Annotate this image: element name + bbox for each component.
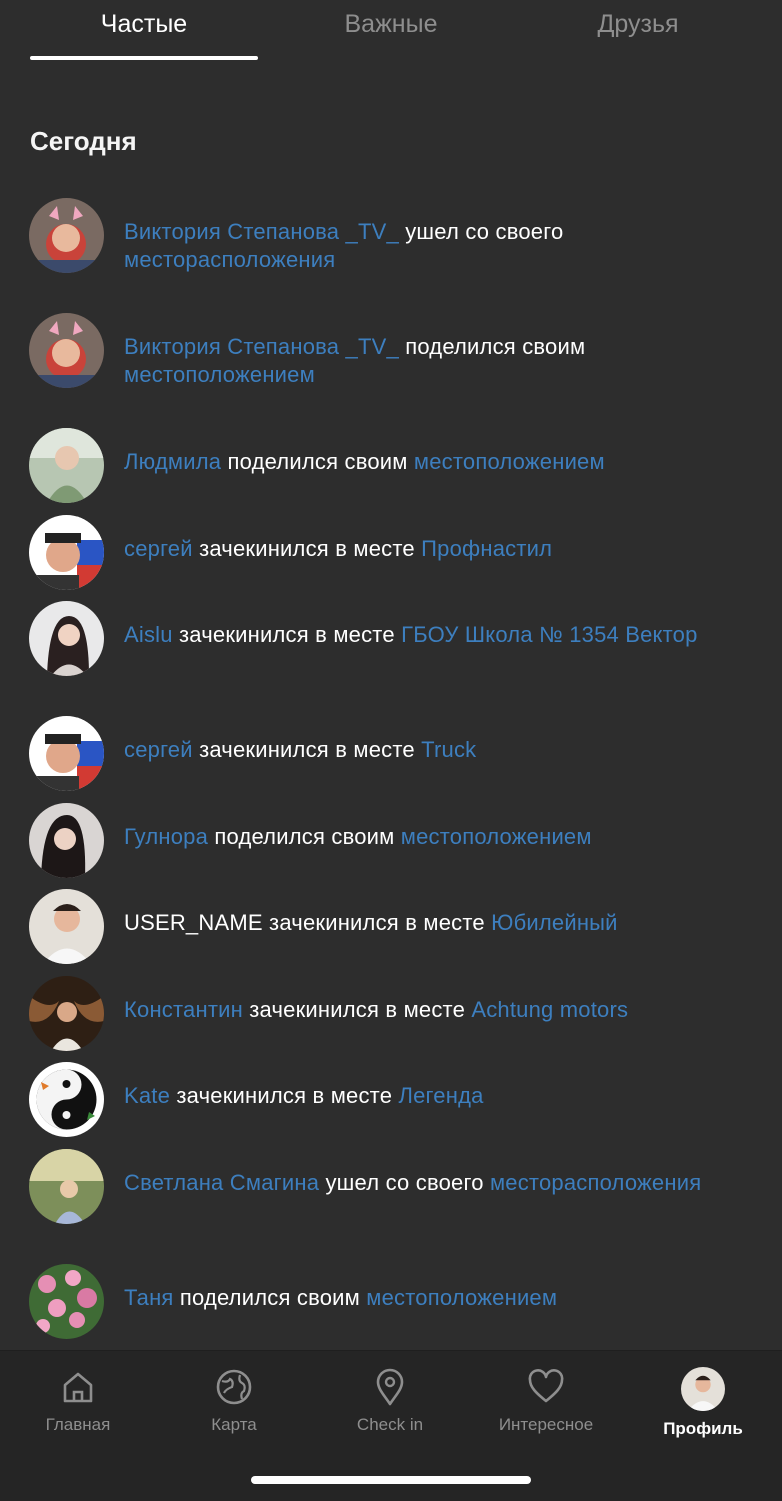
action-text: поделился своим xyxy=(214,824,395,849)
user-name-link[interactable]: сергей xyxy=(124,536,193,561)
nav-home-label: Главная xyxy=(45,1415,111,1434)
user-name-link[interactable]: Kate xyxy=(124,1083,170,1108)
feed-item-text: Таня поделился своим местоположением xyxy=(124,1284,754,1312)
target-link[interactable]: ГБОУ Школа № 1354 Вектор xyxy=(401,622,697,647)
target-link[interactable]: местоположением xyxy=(414,449,605,474)
user-name-link[interactable]: Гулнора xyxy=(124,824,208,849)
heart-icon xyxy=(528,1369,564,1403)
feed-item-text: USER_NAME зачекинился в месте Юбилейный xyxy=(124,909,754,937)
target-link[interactable]: Achtung motors xyxy=(471,997,628,1022)
action-text: поделился своим xyxy=(405,334,586,359)
globe-icon xyxy=(216,1369,252,1405)
target-link[interactable]: Легенда xyxy=(398,1083,483,1108)
action-text: поделился своим xyxy=(179,1285,360,1310)
action-text: зачекинился в месте xyxy=(199,737,415,762)
feed-item-text: сергей зачекинился в месте Профнастил xyxy=(124,535,754,563)
feed-item-text: Людмила поделился своим местоположением xyxy=(124,448,754,476)
tab-friends[interactable]: Друзья xyxy=(518,10,758,39)
user-avatar[interactable] xyxy=(29,198,104,273)
target-link[interactable]: местоположением xyxy=(401,824,592,849)
feed-item-text: Константин зачекинился в месте Achtung m… xyxy=(124,996,754,1024)
home-icon xyxy=(63,1372,93,1403)
target-link[interactable]: Юбилейный xyxy=(491,910,618,935)
nav-interesting[interactable]: Интересное xyxy=(468,1367,624,1435)
action-text: зачекинился в месте xyxy=(199,536,415,561)
profile-avatar-icon xyxy=(681,1367,725,1411)
action-text: ушел со своего xyxy=(405,219,564,244)
user-name-link[interactable]: Виктория Степанова _TV_ xyxy=(124,219,399,244)
user-avatar[interactable] xyxy=(29,976,104,1051)
action-text: зачекинился в месте xyxy=(176,1083,393,1108)
user-name-text: USER_NAME xyxy=(124,910,263,935)
feed-item-text: Виктория Степанова _TV_ поделился своим … xyxy=(124,333,754,389)
user-avatar[interactable] xyxy=(29,1264,104,1339)
action-text: ушел со своего xyxy=(325,1170,484,1195)
feed-item-text: Гулнора поделился своим местоположением xyxy=(124,823,754,851)
user-name-link[interactable]: Таня xyxy=(124,1285,174,1310)
nav-checkin-label: Check in xyxy=(356,1415,424,1434)
nav-map[interactable]: Карта xyxy=(156,1367,312,1435)
target-link[interactable]: местоположением xyxy=(366,1285,557,1310)
user-avatar[interactable] xyxy=(29,313,104,388)
user-name-link[interactable]: Виктория Степанова _TV_ xyxy=(124,334,399,359)
user-avatar[interactable] xyxy=(29,803,104,878)
action-text: зачекинился в месте xyxy=(179,622,395,647)
nav-profile-label: Профиль xyxy=(663,1419,743,1438)
target-link[interactable]: месторасположения xyxy=(490,1170,701,1195)
active-tab-indicator xyxy=(30,56,258,60)
target-link[interactable]: Truck xyxy=(421,737,476,762)
user-avatar[interactable] xyxy=(29,716,104,791)
user-name-link[interactable]: Aislu xyxy=(124,622,173,647)
nav-profile[interactable]: Профиль xyxy=(625,1367,781,1439)
map-pin-icon xyxy=(376,1368,404,1406)
feed-item-text: сергей зачекинился в месте Truck xyxy=(124,736,754,764)
user-name-link[interactable]: сергей xyxy=(124,737,193,762)
top-tab-bar: Частые Важные Друзья xyxy=(0,0,782,62)
feed-item-text: Kate зачекинился в месте Легенда xyxy=(124,1082,754,1110)
user-avatar[interactable] xyxy=(29,428,104,503)
feed-item-text: Светлана Смагина ушел со своего месторас… xyxy=(124,1169,754,1197)
action-text: зачекинился в месте xyxy=(249,997,466,1022)
action-text: зачекинился в месте xyxy=(269,910,485,935)
home-indicator[interactable] xyxy=(251,1476,531,1484)
section-title-today: Сегодня xyxy=(30,126,137,156)
nav-checkin[interactable]: Check in xyxy=(312,1367,468,1435)
feed-item-text: Aislu зачекинился в месте ГБОУ Школа № 1… xyxy=(124,621,754,649)
user-name-link[interactable]: Людмила xyxy=(124,449,221,474)
tab-important[interactable]: Важные xyxy=(271,10,511,39)
user-name-link[interactable]: Светлана Смагина xyxy=(124,1170,319,1195)
user-avatar[interactable] xyxy=(29,515,104,590)
user-avatar[interactable] xyxy=(29,601,104,676)
user-avatar[interactable] xyxy=(29,1149,104,1224)
user-avatar[interactable] xyxy=(29,889,104,964)
target-link[interactable]: месторасположения xyxy=(124,247,335,272)
nav-map-label: Карта xyxy=(211,1415,257,1434)
tab-frequent[interactable]: Частые xyxy=(24,10,264,39)
user-name-link[interactable]: Константин xyxy=(124,997,243,1022)
target-link[interactable]: местоположением xyxy=(124,362,315,387)
nav-home[interactable]: Главная xyxy=(0,1367,156,1435)
user-avatar[interactable] xyxy=(29,1062,104,1137)
target-link[interactable]: Профнастил xyxy=(421,536,552,561)
action-text: поделился своим xyxy=(227,449,408,474)
feed-item-text: Виктория Степанова _TV_ ушел со своего м… xyxy=(124,218,754,274)
nav-interesting-label: Интересное xyxy=(498,1415,594,1434)
